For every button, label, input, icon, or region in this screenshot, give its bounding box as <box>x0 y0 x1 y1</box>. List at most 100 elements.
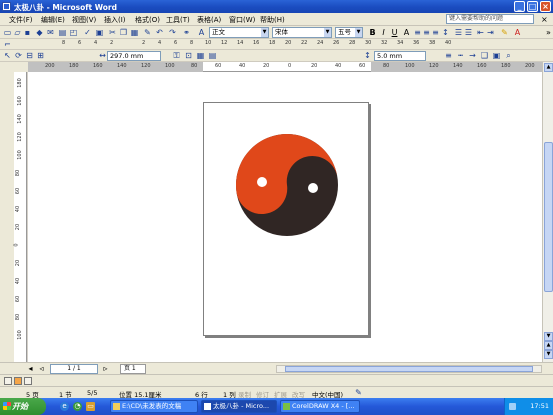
start-button[interactable]: 开始 <box>0 398 46 415</box>
clock[interactable]: 17:51 <box>530 398 549 415</box>
maximize-button[interactable]: □ <box>527 1 538 12</box>
style-select[interactable]: 正文 ▼ <box>209 27 269 38</box>
save-icon[interactable]: ▪ <box>23 28 32 37</box>
menu-view[interactable]: 视图(V) <box>72 15 96 25</box>
decrease-indent-icon[interactable]: ⇤ <box>476 28 485 37</box>
outline-view-icon[interactable] <box>24 377 32 385</box>
line-spacing-icon[interactable]: ↕ <box>441 28 450 37</box>
toolbar-options-icon[interactable]: » <box>544 28 553 37</box>
redo-icon[interactable]: ↷ <box>168 28 177 37</box>
bullets-icon[interactable]: ☰ <box>464 28 473 37</box>
chevron-down-icon: ▼ <box>261 28 268 37</box>
page-tab[interactable]: 页 1 <box>120 364 146 374</box>
dash-style-icon[interactable]: ┅ <box>456 51 465 60</box>
minimize-button[interactable]: _ <box>514 1 525 12</box>
print-layout-view-icon[interactable] <box>14 377 22 385</box>
horizontal-scroll-thumb[interactable] <box>285 366 533 372</box>
arrow-style-icon[interactable]: → <box>468 51 477 60</box>
align-right-icon[interactable]: ≡ <box>431 28 440 37</box>
scroll-down-icon[interactable]: ▼ <box>544 332 553 341</box>
document-area[interactable] <box>28 72 542 362</box>
3d-icon[interactable]: ▣ <box>492 51 501 60</box>
insert-hyperlink-icon[interactable]: ⚭ <box>182 28 191 37</box>
help-search-input[interactable]: 键入需要帮助的问题 <box>446 14 534 24</box>
menu-tools[interactable]: 工具(T) <box>166 15 190 25</box>
document-close-icon[interactable]: × <box>541 15 548 24</box>
close-button[interactable]: × <box>540 1 551 12</box>
character-scale-button[interactable]: A <box>402 28 411 37</box>
align-left-icon[interactable]: ≡ <box>413 28 422 37</box>
bold-button[interactable]: B <box>368 28 377 37</box>
menu-insert[interactable]: 插入(I) <box>104 15 126 25</box>
task-coreldraw[interactable]: CorelDRAW X4 - [... <box>280 400 360 413</box>
menu-format[interactable]: 格式(O) <box>135 15 160 25</box>
print-preview-icon[interactable]: ◰ <box>69 28 78 37</box>
zoom-icon[interactable]: ⌕ <box>504 51 513 60</box>
show-desktop-icon[interactable]: ▭ <box>86 402 95 411</box>
normal-view-icon[interactable] <box>4 377 12 385</box>
underline-button[interactable]: U <box>390 28 399 37</box>
taiji-graphic[interactable] <box>204 103 370 337</box>
select-object-icon[interactable]: ↖ <box>3 51 12 60</box>
increase-indent-icon[interactable]: ⇥ <box>486 28 495 37</box>
menu-file[interactable]: 文件(F) <box>9 15 33 25</box>
numbering-icon[interactable]: ☰ <box>454 28 463 37</box>
permission-icon[interactable]: ◆ <box>35 28 44 37</box>
italic-button[interactable]: I <box>379 28 388 37</box>
email-icon[interactable]: ✉ <box>46 28 55 37</box>
next-page-icon[interactable]: ▹ <box>101 364 110 373</box>
scroll-up-icon[interactable]: ▲ <box>544 63 553 72</box>
prev-page-icon[interactable]: ◃ <box>37 364 46 373</box>
new-document-icon[interactable]: ▭ <box>3 28 12 37</box>
format-painter-icon[interactable]: ✎ <box>143 28 152 37</box>
vertical-scroll-thumb[interactable] <box>544 142 553 292</box>
word-app-icon[interactable] <box>2 2 11 11</box>
menu-window[interactable]: 窗口(W) <box>229 15 255 25</box>
quicklaunch-icon[interactable]: ◔ <box>73 402 82 411</box>
tab-selector-icon[interactable]: ⌐ <box>3 40 12 49</box>
research-icon[interactable]: ▣ <box>95 28 104 37</box>
print-icon[interactable]: ▤ <box>58 28 67 37</box>
spelling-status-icon[interactable]: ✎ <box>354 388 363 397</box>
arrange-icon[interactable]: ▦ <box>196 51 205 60</box>
group-icon[interactable]: ⊞ <box>36 51 45 60</box>
styles-pane-icon[interactable]: A <box>197 28 206 37</box>
first-page-icon[interactable]: ◂ <box>26 364 35 373</box>
font-size-select[interactable]: 五号 ▼ <box>335 27 363 38</box>
align-center-icon[interactable]: ≡ <box>422 28 431 37</box>
ie-icon[interactable]: e <box>60 402 69 411</box>
menu-table[interactable]: 表格(A) <box>197 15 221 25</box>
highlight-icon[interactable]: ✎ <box>500 28 509 37</box>
task-explorer[interactable]: E:\CD\未发表的文稿 <box>110 400 198 413</box>
cut-icon[interactable]: ✂ <box>108 28 117 37</box>
previous-page-icon[interactable]: ▲ <box>544 341 553 350</box>
network-icon[interactable] <box>509 403 516 410</box>
spelling-icon[interactable]: ✓ <box>83 28 92 37</box>
menu-edit[interactable]: 编辑(E) <box>41 15 65 25</box>
wrap-text-icon[interactable]: ▤ <box>208 51 217 60</box>
horizontal-ruler[interactable]: 200 180 160 140 120 100 80 60 40 20 0 20… <box>28 62 542 72</box>
font-color-icon[interactable]: A <box>513 28 522 37</box>
document-page[interactable] <box>203 102 369 336</box>
task-word[interactable]: 太极八卦 - Micro... <box>201 400 277 413</box>
align-objects-icon[interactable]: ⊟ <box>25 51 34 60</box>
vertical-ruler[interactable]: 180 160 140 120 100 80 60 40 20 0 20 40 … <box>14 72 27 362</box>
menu-help[interactable]: 帮助(H) <box>260 15 285 25</box>
position-icon[interactable]: ⊡ <box>184 51 193 60</box>
lock-ratio-icon[interactable]: ⚿ <box>172 51 181 60</box>
width-input[interactable]: 297.0 mm <box>107 51 161 61</box>
paste-icon[interactable]: ▦ <box>130 28 139 37</box>
undo-icon[interactable]: ↶ <box>155 28 164 37</box>
ruler-number: 20 <box>15 259 22 267</box>
height-input[interactable]: 5.0 mm <box>374 51 426 61</box>
next-page-icon[interactable]: ▼ <box>544 350 553 359</box>
rotate-icon[interactable]: ⟳ <box>14 51 23 60</box>
shadow-icon[interactable]: ❑ <box>480 51 489 60</box>
page-counter[interactable]: 1 / 1 <box>50 364 98 374</box>
copy-icon[interactable]: ❐ <box>119 28 128 37</box>
line-style-icon[interactable]: ≡ <box>444 51 453 60</box>
horizontal-scrollbar[interactable] <box>276 365 542 373</box>
font-select[interactable]: 宋体 ▼ <box>272 27 332 38</box>
open-icon[interactable]: ▱ <box>13 28 22 37</box>
vertical-scrollbar[interactable]: ▲ ▼ ▲ ▼ <box>542 62 553 362</box>
